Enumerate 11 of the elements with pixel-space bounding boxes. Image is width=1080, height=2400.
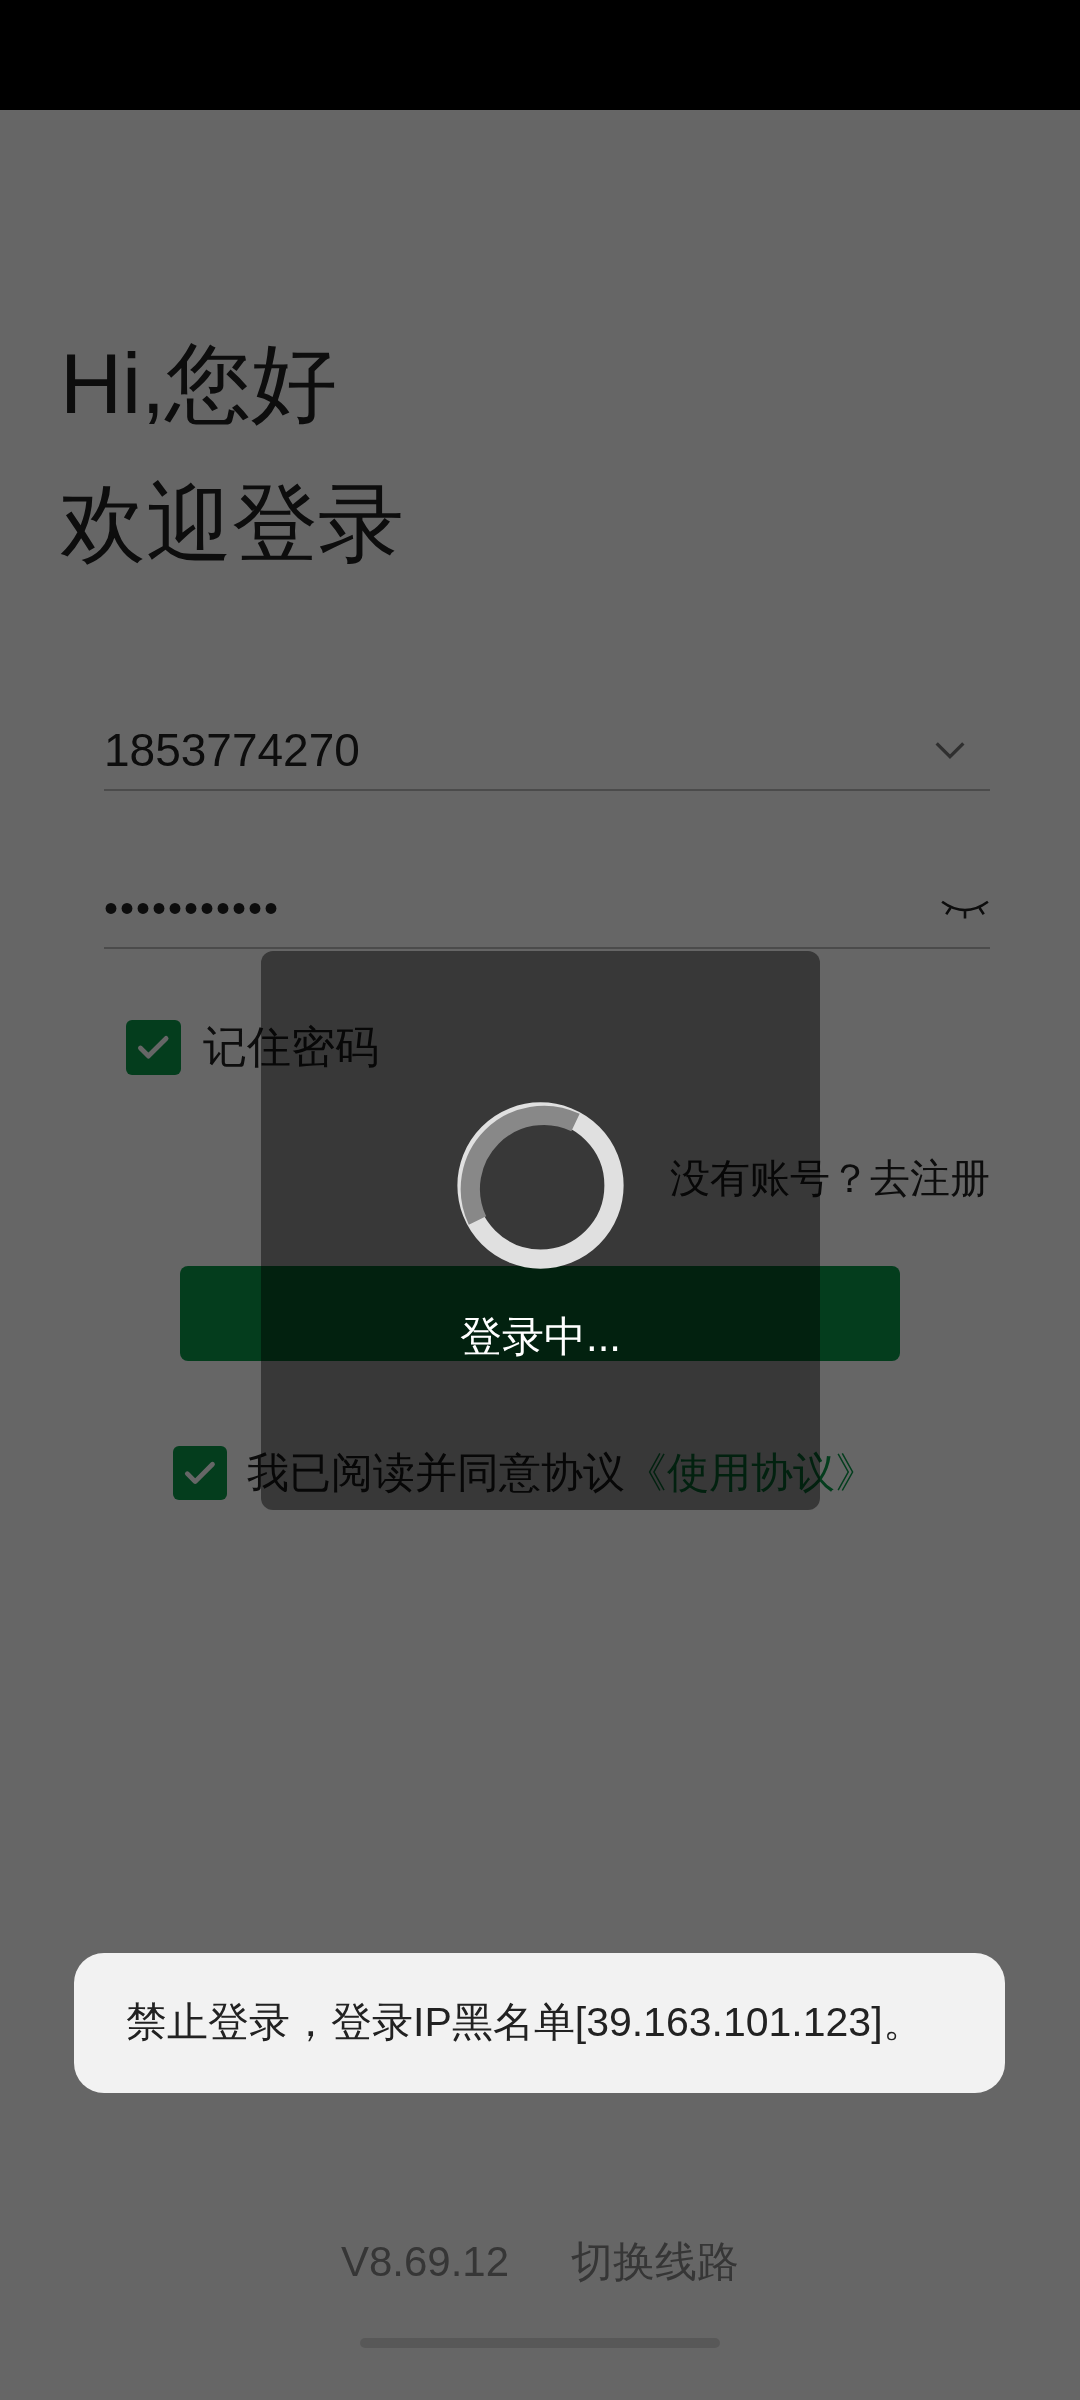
welcome-title: 欢迎登录 <box>60 480 405 566</box>
login-button[interactable] <box>180 1266 900 1361</box>
checkbox[interactable] <box>126 1019 181 1075</box>
account-value: 1853774270 <box>104 722 361 778</box>
greeting-title: Hi,您好 <box>60 340 339 426</box>
toast-message: 禁止登录，登录IP黑名单[39.163.101.123]。 <box>74 1953 1005 2093</box>
password-value: ••••••••••• <box>104 885 282 932</box>
checkbox[interactable] <box>173 1445 227 1500</box>
account-field[interactable]: 1853774270 <box>104 711 990 791</box>
loading-text: 登录中... <box>460 1312 621 1362</box>
password-field[interactable]: ••••••••••• <box>104 869 990 949</box>
